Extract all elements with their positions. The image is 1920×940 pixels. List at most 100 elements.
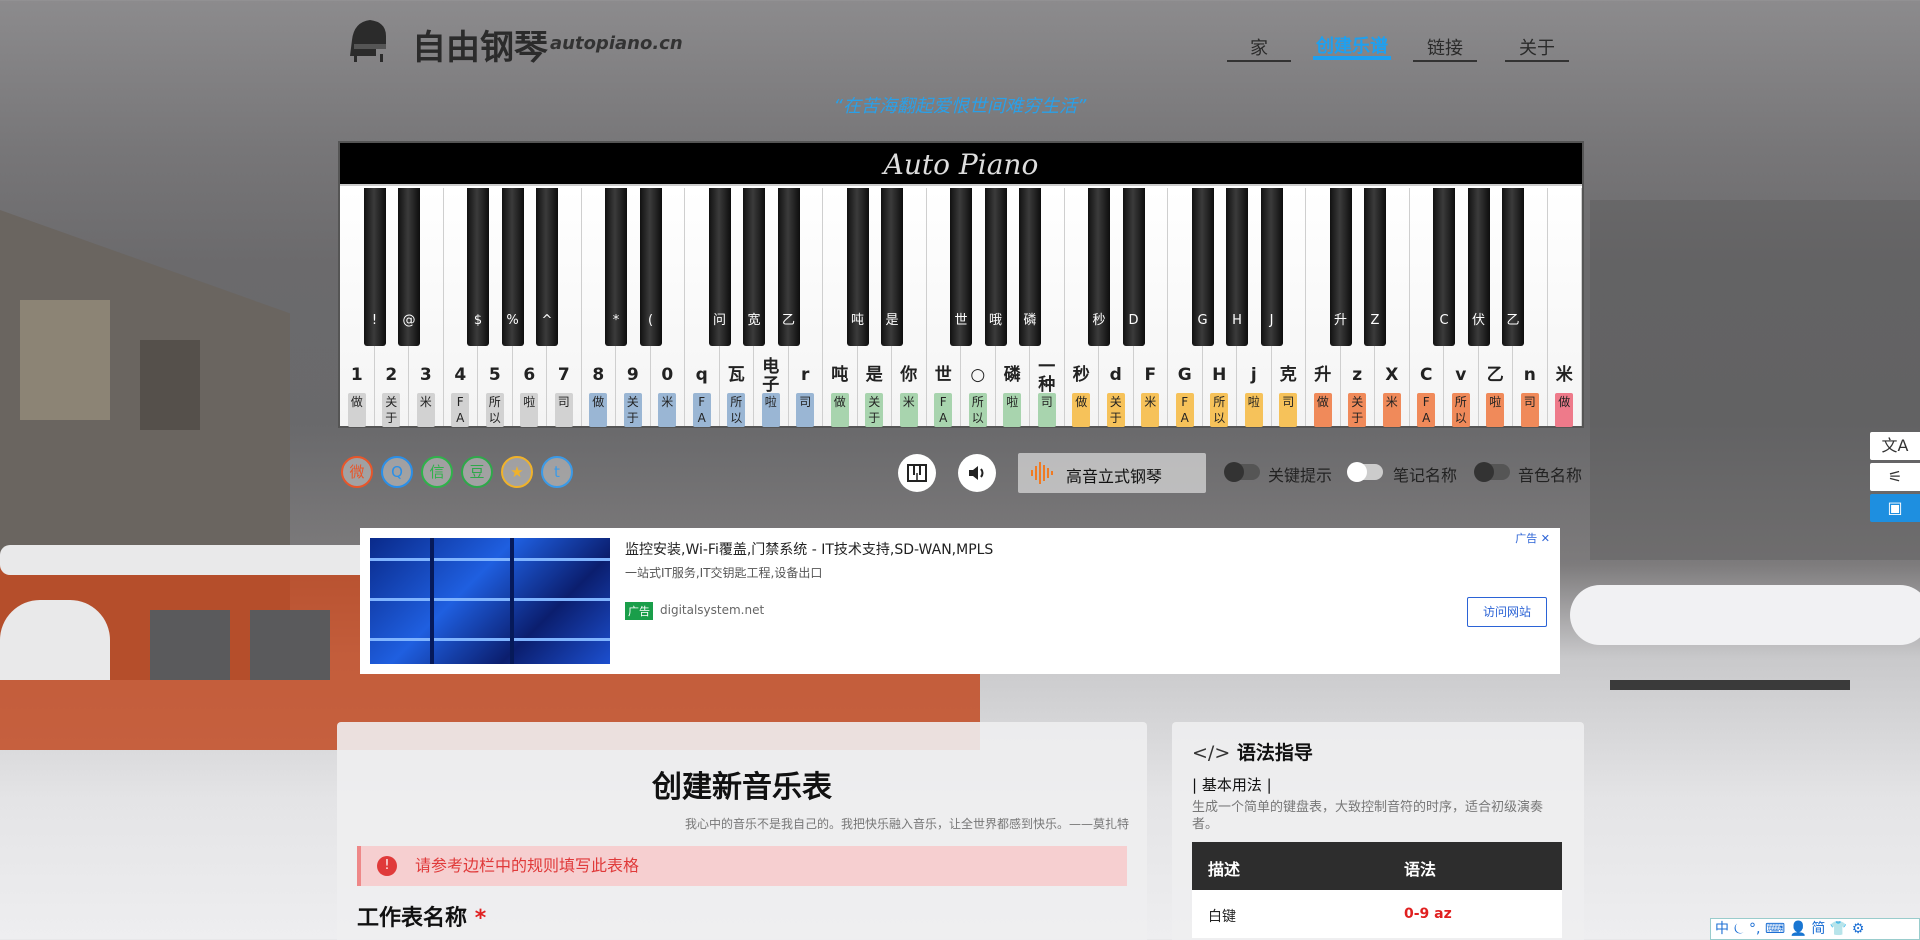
translate-icon[interactable]: 文A <box>1870 432 1920 460</box>
sheet-name-label: 工作表名称 * <box>357 900 486 932</box>
ad-choices-label: 广告 <box>1515 532 1538 545</box>
screenshot-icon[interactable]: ▣ <box>1870 494 1920 522</box>
note-label: 啦 <box>761 393 780 427</box>
qzone-icon[interactable]: ★ <box>501 456 533 488</box>
black-key[interactable]: 乙 <box>777 188 800 346</box>
key-label: r <box>801 365 810 385</box>
nav-links[interactable]: 链接 <box>1413 24 1477 62</box>
black-key[interactable]: 宽 <box>743 188 765 346</box>
key-label: n <box>1523 365 1536 385</box>
weibo-icon[interactable]: 微 <box>341 456 373 488</box>
black-key[interactable]: 问 <box>708 188 731 346</box>
basic-usage-desc: 生成一个简单的键盘表，大致控制音符的时序，适合初级演奏者。 <box>1192 800 1544 832</box>
key-label: 吨 <box>831 365 849 385</box>
info-icon: ! <box>377 856 397 876</box>
note-label: 做 <box>1072 393 1091 427</box>
nav-about[interactable]: 关于 <box>1505 24 1569 62</box>
black-key[interactable]: 升 <box>1329 188 1352 346</box>
piano-logo-icon[interactable] <box>346 16 392 62</box>
key-label: 乙 <box>1506 313 1520 328</box>
note-label: 做 <box>1313 393 1332 427</box>
ad-title[interactable]: 监控安装,Wi-Fi覆盖,门禁系统 - IT技术支持,SD-WAN,MPLS <box>625 539 993 559</box>
key-label: 克 <box>1279 365 1297 385</box>
key-label: 升 <box>1333 313 1347 328</box>
brand-name[interactable]: 自由钢琴 <box>412 20 548 69</box>
key-label: ^ <box>541 313 553 328</box>
ad-choices[interactable]: 广告 ✕ <box>1515 530 1550 546</box>
visit-site-button[interactable]: 访问网站 <box>1467 597 1547 627</box>
black-key[interactable]: ^ <box>536 188 558 346</box>
key-label: Z <box>1370 313 1380 328</box>
note-label: 所 以 <box>1451 393 1470 427</box>
piano-keys-icon <box>907 464 927 482</box>
site-header: 自由钢琴 autopiano.cn 家 创建乐谱 链接 关于 <box>340 16 1580 69</box>
qq-icon[interactable]: Q <box>381 456 413 488</box>
nav-home[interactable]: 家 <box>1227 24 1291 62</box>
black-key[interactable]: C <box>1433 188 1455 346</box>
black-key[interactable]: ( <box>639 188 662 346</box>
black-key[interactable]: ! <box>363 188 386 346</box>
key-label: X <box>1385 365 1399 385</box>
black-key[interactable]: 秒 <box>1088 188 1110 346</box>
ad-banner[interactable]: 监控安装,Wi-Fi覆盖,门禁系统 - IT技术支持,SD-WAN,MPLS 一… <box>360 528 1560 674</box>
black-key[interactable]: 磷 <box>1019 188 1041 346</box>
note-name-toggle[interactable] <box>1347 462 1383 482</box>
note-label: 做 <box>1555 393 1574 427</box>
note-label: F A <box>451 393 470 427</box>
tone-name-toggle[interactable] <box>1474 462 1510 482</box>
black-key[interactable]: * <box>605 188 627 346</box>
black-key[interactable]: 世 <box>950 188 972 346</box>
ad-server-image[interactable] <box>370 538 610 664</box>
magic-wand-icon[interactable]: ⚟ <box>1870 463 1920 491</box>
black-key[interactable]: H <box>1226 188 1248 346</box>
key-label: ○ <box>970 365 986 385</box>
key-label: j <box>1250 365 1257 385</box>
syntax-guide-title: </> 语法指导 <box>1192 738 1313 765</box>
ad-site[interactable]: digitalsystem.net <box>660 603 764 617</box>
white-key[interactable]: 米做 <box>1547 188 1582 427</box>
alert-text: 请参考边栏中的规则填写此表格 <box>415 856 640 875</box>
code-icon: </> <box>1192 742 1231 764</box>
black-key[interactable]: G <box>1191 188 1214 346</box>
black-key[interactable]: % <box>501 188 524 346</box>
key-label: C <box>1420 365 1433 385</box>
ime-toolbar[interactable]: 中 ⏾ °, ⌨ 👤 简 👕 ⚙ <box>1710 918 1920 940</box>
wechat-icon[interactable]: 信 <box>421 456 453 488</box>
black-key[interactable]: 吨 <box>846 188 869 346</box>
black-key[interactable]: D <box>1122 188 1145 346</box>
black-key[interactable]: 乙 <box>1502 188 1524 346</box>
tone-name-label: 音色名称 <box>1518 466 1583 485</box>
key-label: 3 <box>419 365 432 385</box>
key-label: ( <box>647 313 654 328</box>
key-label: d <box>1109 365 1122 385</box>
black-key[interactable]: @ <box>398 188 420 346</box>
key-label: G <box>1197 313 1208 328</box>
black-key[interactable]: $ <box>467 188 489 346</box>
black-key[interactable]: 是 <box>881 188 903 346</box>
instrument-label: 高音立式钢琴 <box>1066 467 1163 486</box>
key-label: 你 <box>900 365 918 385</box>
black-key[interactable]: Z <box>1364 188 1386 346</box>
instrument-select[interactable]: 高音立式钢琴 <box>1018 453 1206 493</box>
twitter-icon[interactable]: t <box>541 456 573 488</box>
key-label: z <box>1352 365 1363 385</box>
note-label: 米 <box>1141 393 1160 427</box>
keyboard-mode-button[interactable] <box>898 454 936 492</box>
close-icon[interactable]: ✕ <box>1541 532 1550 545</box>
key-hint-toggle[interactable] <box>1224 462 1260 482</box>
black-key[interactable]: 哦 <box>984 188 1007 346</box>
black-key[interactable]: 伏 <box>1467 188 1490 346</box>
syntax-table: 描述 语法 白键 0-9 az <box>1192 842 1562 938</box>
nav-create-score[interactable]: 创建乐谱 <box>1313 22 1391 60</box>
piano-title: Auto Piano <box>340 143 1582 186</box>
douban-icon[interactable]: 豆 <box>461 456 493 488</box>
key-label: 7 <box>557 365 570 385</box>
note-label: 关 于 <box>1348 393 1367 427</box>
syntax-guide-panel: </> 语法指导 | 基本用法 | 生成一个简单的键盘表，大致控制音符的时序，适… <box>1172 722 1584 940</box>
ime-status: 中 ⏾ °, ⌨ 👤 简 👕 ⚙ <box>1715 921 1865 937</box>
key-label: 乙 <box>1486 365 1504 385</box>
key-label: 是 <box>885 313 899 328</box>
black-key[interactable]: J <box>1260 188 1283 346</box>
key-label: 宽 <box>747 313 761 328</box>
volume-button[interactable] <box>958 454 996 492</box>
